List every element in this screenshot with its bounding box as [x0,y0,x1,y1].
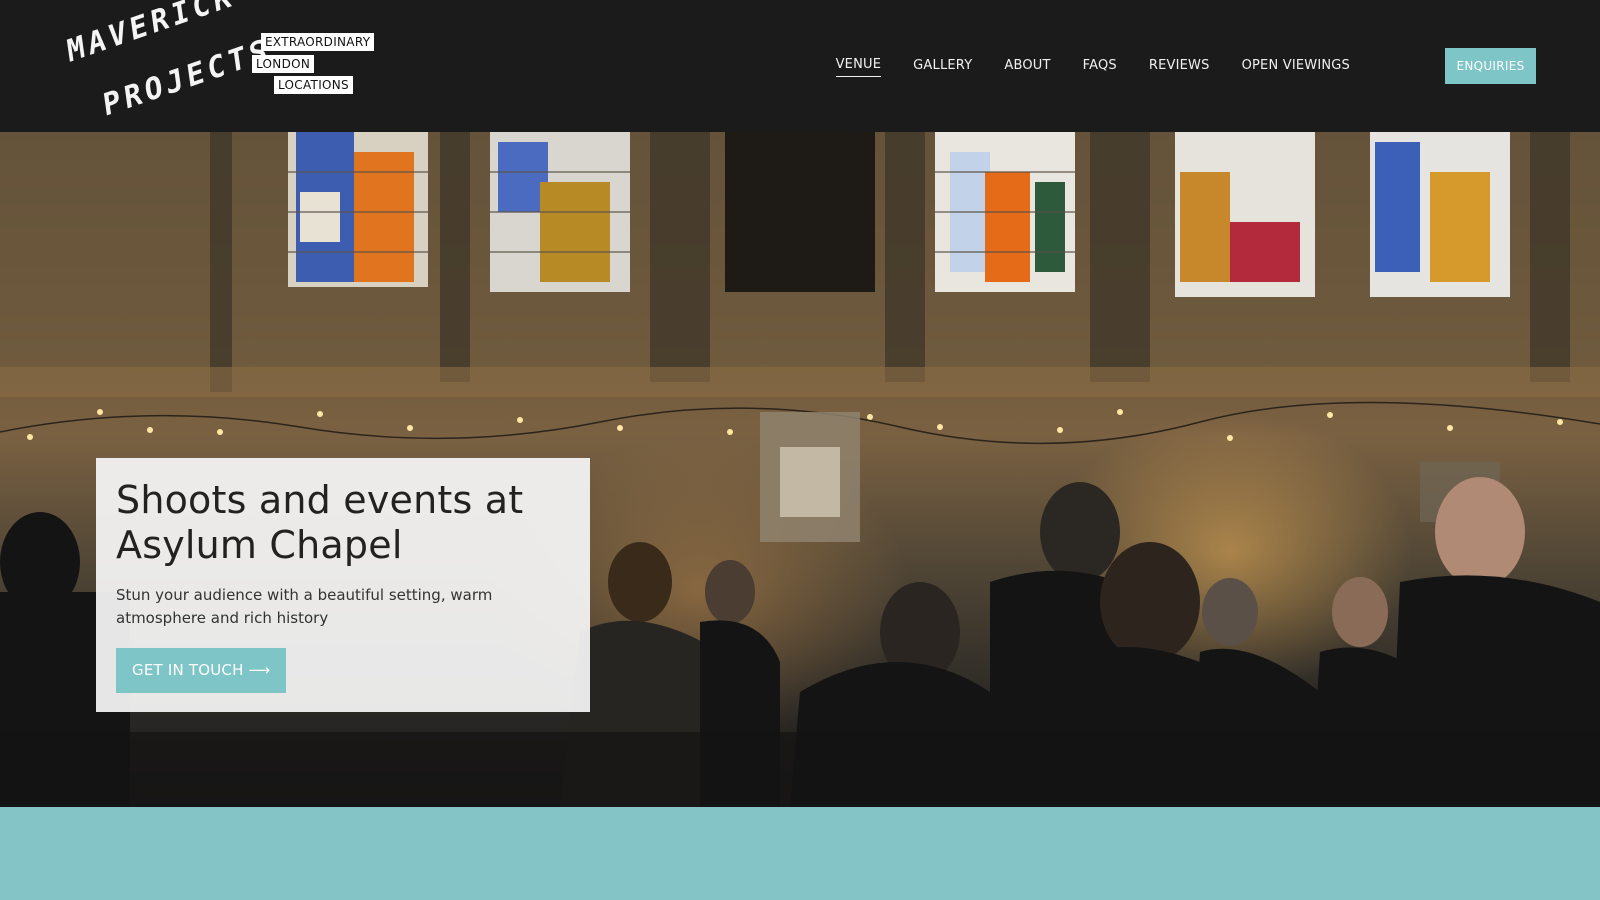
maverick-projects-logo[interactable]: MAVERICK PROJECTS EXTRAORDINARY LONDON L… [58,0,375,123]
logo-tag-locations: LOCATIONS [274,76,353,94]
site-header: MAVERICK PROJECTS EXTRAORDINARY LONDON L… [0,0,1600,132]
nav-link-venue[interactable]: VENUE [835,56,882,77]
nav-link-about[interactable]: ABOUT [1004,57,1050,77]
hero-section: Shoots and events at Asylum Chapel Stun … [0,132,1600,807]
hero-subtitle: Stun your audience with a beautiful sett… [116,586,493,627]
nav-link-faqs[interactable]: FAQS [1083,57,1117,77]
get-in-touch-button[interactable]: GET IN TOUCH ⟶ [116,648,287,693]
hero-card: Shoots and events at Asylum Chapel Stun … [96,458,590,712]
hero-title: Shoots and events at Asylum Chapel [116,478,570,568]
main-nav: VENUE GALLERY ABOUT FAQS REVIEWS OPEN VI… [835,56,1350,77]
hero-title-line-1: Shoots and events at [116,478,524,522]
enquiries-button[interactable]: ENQUIRIES [1445,48,1536,84]
nav-link-gallery[interactable]: GALLERY [913,57,972,77]
logo-tag-london: LONDON [252,55,315,73]
hero-title-line-2: Asylum Chapel [116,523,403,567]
teal-content-band [0,807,1600,900]
nav-link-reviews[interactable]: REVIEWS [1149,57,1210,77]
nav-link-open-viewings[interactable]: OPEN VIEWINGS [1242,57,1350,77]
logo-tag-extraordinary: EXTRAORDINARY [261,33,375,51]
